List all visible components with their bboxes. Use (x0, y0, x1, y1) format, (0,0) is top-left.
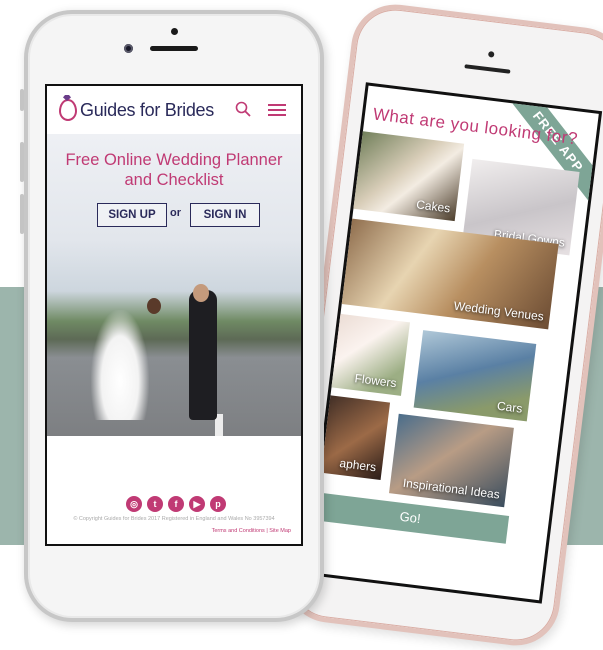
front-sensor (171, 28, 178, 35)
hamburger-menu-icon[interactable] (268, 104, 286, 116)
tile-label: Inspirational Ideas (402, 475, 501, 502)
sitemap-link[interactable]: Site Map (269, 528, 291, 534)
app-screen: FREE APP What are you looking for? Cakes… (305, 82, 603, 604)
groom-head (193, 284, 209, 302)
volume-down-button (20, 194, 24, 234)
or-separator: or (170, 207, 181, 219)
ring-logo-icon (59, 99, 77, 121)
hero-title-line-2: and Checklist (124, 171, 224, 189)
search-icon[interactable] (235, 101, 251, 117)
silent-switch (20, 89, 24, 111)
site-header: Guides for Brides (47, 86, 301, 134)
front-camera (124, 44, 133, 53)
category-tile-flowers[interactable]: Flowers (325, 313, 410, 396)
link-divider: | (266, 528, 268, 534)
sign-in-button[interactable]: SIGN IN (190, 203, 260, 227)
sign-up-button[interactable]: SIGN UP (97, 203, 167, 227)
website-phone-mockup: Guides for Brides Free Online Wedding Pl… (20, 10, 324, 622)
website-screen: Guides for Brides Free Online Wedding Pl… (45, 84, 303, 546)
twitter-icon[interactable]: t (147, 496, 163, 512)
groom-figure (189, 290, 217, 420)
earpiece-speaker (150, 46, 198, 51)
bride-figure (91, 310, 149, 420)
facebook-icon[interactable]: f (168, 496, 184, 512)
app-phone-mockup: FREE APP What are you looking for? Cakes… (281, 0, 603, 650)
instagram-icon[interactable]: ◎ (126, 496, 142, 512)
hero-title-line-1: Free Online Wedding Planner (65, 151, 283, 169)
volume-up-button (20, 142, 24, 182)
footer-links: Terms and Conditions | Site Map (212, 528, 291, 534)
hero-title: Free Online Wedding Planner and Checklis… (47, 150, 301, 190)
front-sensor (487, 50, 495, 58)
tile-label: Cakes (415, 197, 452, 216)
category-tile-inspirational-ideas[interactable]: Inspirational Ideas (389, 413, 514, 508)
tile-label: Wedding Venues (452, 298, 545, 324)
category-tile-cars[interactable]: Cars (413, 330, 537, 422)
tile-label: Cars (496, 398, 524, 416)
tile-label: aphers (338, 455, 377, 475)
bride-head (147, 298, 161, 314)
category-tile-photographers[interactable]: aphers (313, 394, 391, 481)
hero-banner: Free Online Wedding Planner and Checklis… (47, 134, 301, 436)
tile-label: Flowers (353, 371, 398, 391)
terms-link[interactable]: Terms and Conditions (212, 528, 265, 534)
copyright-text: © Copyright Guides for Brides 2017 Regis… (73, 516, 275, 522)
earpiece-speaker (464, 64, 511, 74)
category-tile-cakes[interactable]: Cakes (347, 130, 465, 222)
youtube-icon[interactable]: ▶ (189, 496, 205, 512)
brand-logo-text[interactable]: Guides for Brides (80, 100, 214, 121)
pinterest-icon[interactable]: p (210, 496, 226, 512)
